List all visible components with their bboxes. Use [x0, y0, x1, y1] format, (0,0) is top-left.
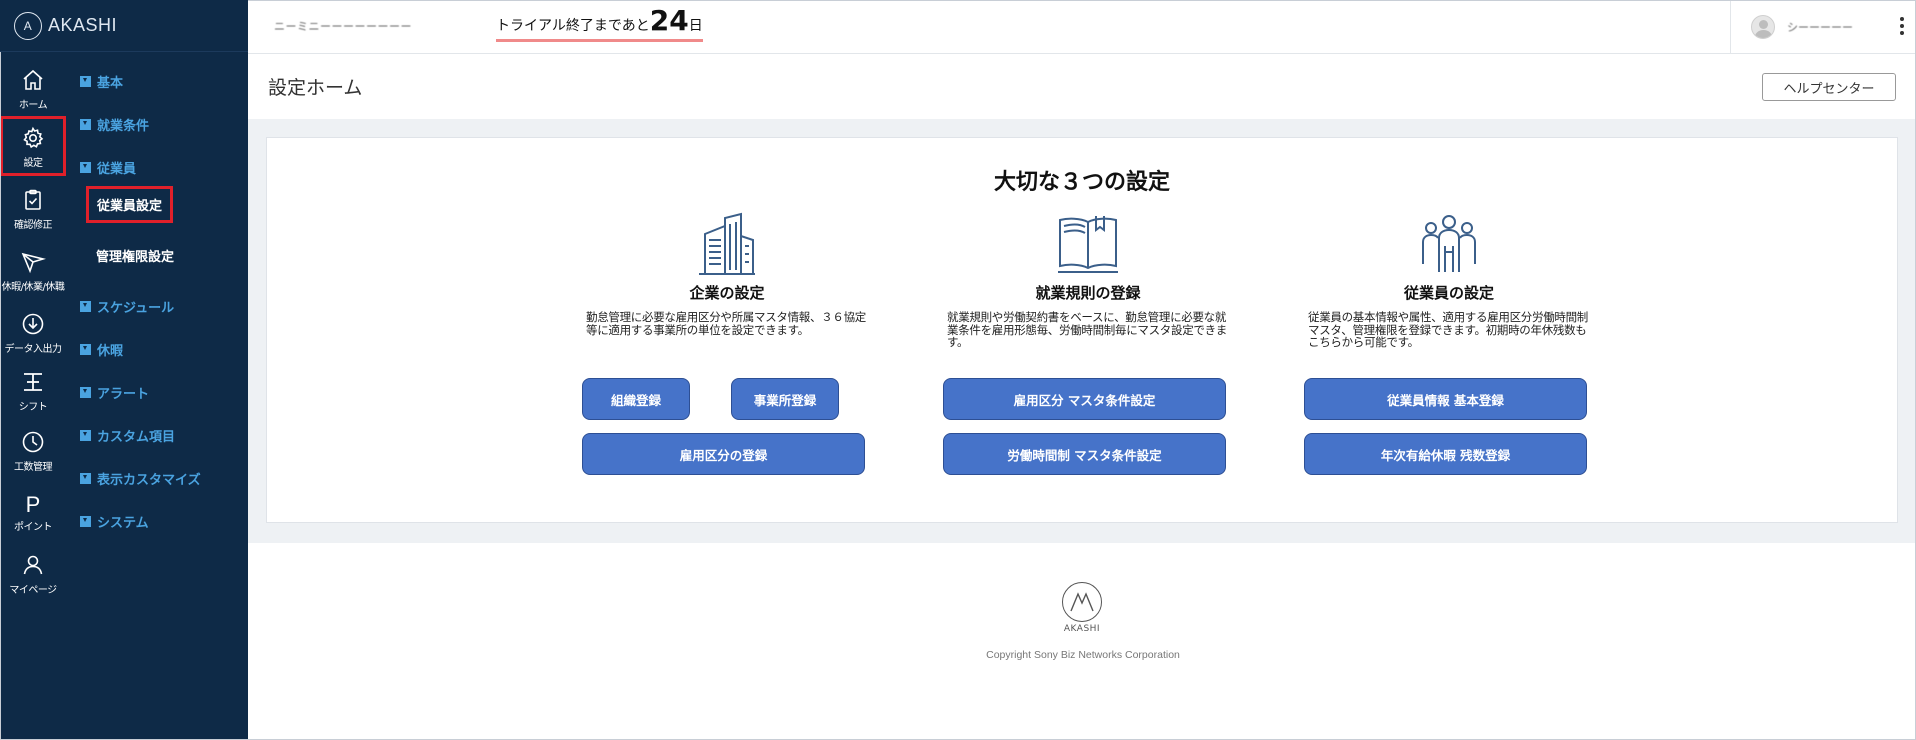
menu-item-employee-settings[interactable]: 従業員設定	[86, 186, 174, 223]
trial-suffix: 日	[688, 18, 703, 34]
work-rules-section: 就業規則の登録 就業規則や労働契約書をベースに、勤怠管理に必要な就業条件を雇用形…	[943, 212, 1233, 349]
working-hours-master-button[interactable]: 労働時間制 マスタ条件設定	[943, 433, 1226, 475]
section-heading: 就業規則の登録	[1035, 284, 1141, 302]
shift-icon	[24, 373, 42, 391]
collapse-icon	[80, 119, 91, 130]
menu-category-label: 従業員	[97, 162, 137, 177]
rail-points[interactable]: P ポイント	[0, 492, 66, 533]
point-icon: P	[25, 492, 41, 517]
icon-rail: ホーム 設定 確認修正 休暇/休業/休職 データ入出力 シフト 工数管理 P ポ…	[0, 0, 66, 740]
rail-label: シフト	[18, 402, 48, 413]
trial-notice: トライアル終了まであと24日	[496, 4, 703, 42]
menu-category-label: アラート	[97, 387, 150, 402]
rail-label: 確認修正	[14, 220, 53, 231]
menu-category-label: 基本	[97, 76, 124, 91]
app-logo[interactable]: A AKASHI	[0, 0, 248, 52]
avatar	[1751, 15, 1775, 39]
download-icon	[22, 313, 44, 335]
menu-category-employees[interactable]: 従業員	[80, 158, 136, 177]
clock-icon	[22, 431, 44, 453]
gear-icon	[23, 126, 44, 149]
rail-data-io[interactable]: データ入出力	[0, 312, 66, 355]
menu-category-label: 休暇	[97, 344, 124, 359]
plane-icon	[21, 252, 46, 274]
footer-logo: AKASHI	[1062, 582, 1102, 634]
rail-label: 工数管理	[14, 462, 53, 473]
more-menu-icon[interactable]	[1900, 17, 1904, 35]
menu-category-system[interactable]: システム	[80, 512, 149, 531]
menu-item-admin-permissions[interactable]: 管理権限設定	[96, 246, 174, 265]
settings-menu: 基本 就業条件 従業員 従業員設定 管理権限設定 スケジュール 休暇 アラート …	[66, 52, 248, 740]
collapse-icon	[80, 344, 91, 355]
rail-home[interactable]: ホーム	[0, 68, 66, 111]
menu-category-label: スケジュール	[97, 301, 175, 316]
logo-text: AKASHI	[48, 15, 118, 35]
company-settings-section: 企業の設定 勤怠管理に必要な雇用区分や所属マスタ情報、３６協定等に適用する事業所…	[582, 212, 872, 336]
menu-category-basic[interactable]: 基本	[80, 72, 123, 91]
user-icon	[23, 555, 43, 575]
footer-brand: AKASHI	[1063, 624, 1101, 634]
top-header: ニーミニーーーーーーーー トライアル終了まであと24日 シーーーーー	[248, 0, 1916, 54]
menu-category-display-customize[interactable]: 表示カスタマイズ	[80, 469, 201, 488]
org-register-button[interactable]: 組織登録	[582, 378, 690, 420]
page-title-row: 設定ホーム ヘルプセンター	[248, 55, 1916, 119]
rail-label: マイページ	[9, 585, 57, 596]
section-heading: 企業の設定	[689, 284, 765, 302]
collapse-icon	[80, 162, 91, 173]
home-icon	[23, 69, 43, 90]
section-description: 就業規則や労働契約書をベースに、勤怠管理に必要な就業条件を雇用形態毎、労働時間制…	[947, 310, 1227, 349]
menu-category-custom-fields[interactable]: カスタム項目	[80, 426, 175, 445]
user-menu[interactable]: シーーーーー	[1730, 0, 1916, 54]
rail-label: 設定	[23, 158, 44, 169]
rail-label: 休暇/休業/休職	[1, 282, 65, 293]
section-description: 従業員の基本情報や属性、適用する雇用区分労働時間制マスタ、管理権限を登録できます…	[1308, 310, 1588, 349]
section-heading: 従業員の設定	[1403, 284, 1494, 302]
user-name: シーーーーー	[1787, 21, 1853, 34]
rail-man-hours[interactable]: 工数管理	[0, 430, 66, 473]
important-settings-card: 大切な３つの設定 企業の設定 勤怠管理に必要な雇用区分や所属マスタ情報、３６協定…	[266, 137, 1898, 523]
collapse-icon	[80, 301, 91, 312]
collapse-icon	[80, 516, 91, 527]
menu-category-leave[interactable]: 休暇	[80, 340, 123, 359]
card-title: 大切な３つの設定	[993, 170, 1170, 195]
menu-category-alert[interactable]: アラート	[80, 383, 149, 402]
trial-prefix: トライアル終了まであと	[496, 18, 650, 34]
people-icon	[1422, 215, 1476, 272]
building-icon	[699, 212, 755, 275]
rail-leave[interactable]: 休暇/休業/休職	[0, 250, 66, 293]
rail-mypage[interactable]: マイページ	[0, 553, 66, 596]
employment-type-register-button[interactable]: 雇用区分の登録	[582, 433, 865, 475]
menu-category-work-conditions[interactable]: 就業条件	[80, 115, 149, 134]
rail-label: データ入出力	[4, 344, 63, 355]
section-description: 勤怠管理に必要な雇用区分や所属マスタ情報、３６協定等に適用する事業所の単位を設定…	[586, 310, 866, 337]
clipboard-check-icon	[25, 189, 41, 210]
help-center-button[interactable]: ヘルプセンター	[1762, 73, 1896, 101]
employee-settings-section: 従業員の設定 従業員の基本情報や属性、適用する雇用区分労働時間制マスタ、管理権限…	[1304, 212, 1594, 349]
trial-days: 24	[649, 4, 689, 37]
rail-shift[interactable]: シフト	[0, 370, 66, 413]
menu-category-label: カスタム項目	[97, 430, 176, 445]
company-name: ニーミニーーーーーーーー	[274, 20, 412, 33]
rail-review[interactable]: 確認修正	[0, 188, 66, 231]
menu-category-label: 表示カスタマイズ	[97, 473, 201, 488]
paid-leave-balance-button[interactable]: 年次有給休暇 残数登録	[1304, 433, 1587, 475]
page-title: 設定ホーム	[268, 77, 363, 99]
rail-label: ポイント	[14, 522, 53, 533]
office-register-button[interactable]: 事業所登録	[731, 378, 839, 420]
employment-type-master-button[interactable]: 雇用区分 マスタ条件設定	[943, 378, 1226, 420]
rail-settings[interactable]: 設定	[0, 116, 66, 176]
collapse-icon	[80, 430, 91, 441]
logo-mark: A	[14, 11, 42, 40]
rail-label: ホーム	[18, 100, 48, 111]
collapse-icon	[80, 76, 91, 87]
collapse-icon	[80, 473, 91, 484]
menu-category-label: システム	[97, 516, 149, 531]
collapse-icon	[80, 387, 91, 398]
employee-basic-info-button[interactable]: 従業員情報 基本登録	[1304, 378, 1587, 420]
copyright-text: Copyright Sony Biz Networks Corporation	[986, 649, 1180, 661]
menu-category-label: 就業条件	[97, 119, 150, 134]
akashi-logo-icon	[1062, 582, 1102, 622]
menu-category-schedule[interactable]: スケジュール	[80, 297, 174, 316]
book-icon	[1058, 216, 1118, 273]
